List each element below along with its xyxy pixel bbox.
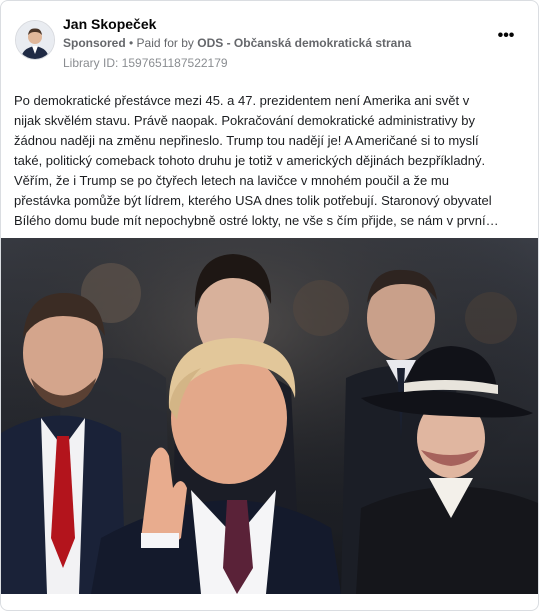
author-avatar[interactable] [15,20,55,60]
meta-separator: • [125,36,137,50]
advertiser-link[interactable]: ODS - Občanská demokratická strana [197,36,411,50]
post-header: Jan Skopeček Sponsored • Paid for by ODS… [13,13,526,73]
library-id: Library ID: 1597651187522179 [63,56,228,70]
post-text-line: Bílého domu bude mít nepochybně ostré lo… [14,213,499,228]
sponsored-post-card: Jan Skopeček Sponsored • Paid for by ODS… [0,0,539,611]
post-text-line: Věřím, že i Trump se po čtyřech letech n… [14,173,449,188]
post-text-line: také, politický comeback tohoto druhu je… [14,153,486,168]
paid-for-by-prefix: Paid for by [136,36,198,50]
post-text-line: žádnou naději na změnu nepřineslo. Trump… [14,133,479,148]
avatar-image [16,21,54,59]
author-name[interactable]: Jan Skopeček [63,16,156,32]
post-text: Po demokratické přestávce mezi 45. a 47.… [14,91,526,231]
post-photo[interactable] [1,238,538,594]
more-options-icon[interactable]: ••• [496,28,516,47]
post-text-line: Po demokratické přestávce mezi 45. a 47.… [14,93,470,108]
post-meta: Sponsored • Paid for by ODS - Občanská d… [63,36,411,50]
sponsored-label: Sponsored [63,36,126,50]
photo-illustration [1,238,538,594]
post-text-line: nijak skvělém stavu. Právě naopak. Pokra… [14,113,475,128]
post-text-line: přestávka pomůže být lídrem, kterého USA… [14,193,492,208]
